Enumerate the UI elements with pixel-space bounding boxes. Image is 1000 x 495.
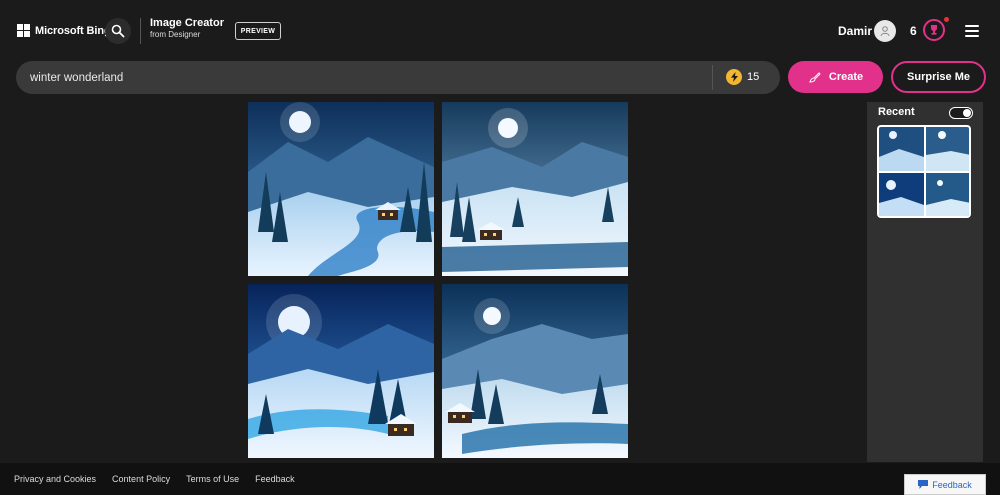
recent-creation-thumbnail[interactable]: [877, 125, 971, 218]
avatar[interactable]: [874, 20, 896, 42]
create-button-label: Create: [828, 71, 864, 83]
brush-icon: [809, 71, 821, 83]
page-title: Image Creator: [150, 17, 224, 29]
recent-thumb-2: [926, 127, 969, 171]
feedback-button[interactable]: Feedback: [904, 474, 986, 495]
footer-link-content-policy[interactable]: Content Policy: [112, 474, 170, 484]
user-icon: [880, 26, 890, 37]
header-divider: [140, 18, 141, 44]
recent-toggle[interactable]: [949, 107, 973, 119]
generated-image-4[interactable]: [442, 284, 628, 458]
boost-bolt-icon: [726, 69, 742, 85]
page-subtitle: from Designer: [150, 30, 201, 40]
footer-link-feedback[interactable]: Feedback: [255, 474, 295, 484]
microsoft-bing-logo[interactable]: Microsoft Bing: [17, 24, 111, 37]
toggle-knob: [963, 109, 971, 117]
feedback-button-label: Feedback: [932, 479, 972, 490]
page-footer: Privacy and Cookies Content Policy Terms…: [0, 463, 1000, 495]
footer-link-privacy[interactable]: Privacy and Cookies: [14, 474, 96, 484]
recent-label: Recent: [878, 106, 915, 118]
rewards-trophy-icon[interactable]: [923, 19, 945, 41]
create-button[interactable]: Create: [788, 61, 883, 93]
generated-image-2[interactable]: [442, 102, 628, 276]
footer-links: Privacy and Cookies Content Policy Terms…: [14, 474, 295, 484]
generated-image-3[interactable]: [248, 284, 434, 458]
boost-count: 15: [747, 71, 760, 83]
rewards-count[interactable]: 6: [910, 24, 917, 38]
microsoft-logo-icon: [17, 24, 30, 37]
prompt-divider: [712, 65, 713, 90]
recent-thumb-4: [926, 173, 969, 216]
surprise-me-button[interactable]: Surprise Me: [891, 61, 986, 93]
preview-badge: PREVIEW: [235, 22, 281, 40]
search-icon[interactable]: [105, 18, 131, 44]
generated-image-1[interactable]: [248, 102, 434, 276]
recent-thumb-1: [879, 127, 924, 171]
prompt-bar: 15: [16, 61, 780, 94]
menu-icon[interactable]: [965, 25, 979, 37]
surprise-me-label: Surprise Me: [907, 71, 970, 83]
brand-name: Microsoft Bing: [35, 24, 111, 37]
recent-panel: Recent: [867, 102, 983, 462]
user-name[interactable]: Damir: [838, 24, 872, 38]
top-header: Microsoft Bing Image Creator from Design…: [0, 0, 1000, 60]
recent-thumb-3: [879, 173, 924, 216]
app-title[interactable]: Image Creator from Designer: [150, 17, 224, 40]
notification-dot: [944, 17, 949, 22]
chat-bubble-icon: [918, 480, 929, 489]
footer-link-terms[interactable]: Terms of Use: [186, 474, 239, 484]
prompt-input[interactable]: [30, 61, 710, 94]
